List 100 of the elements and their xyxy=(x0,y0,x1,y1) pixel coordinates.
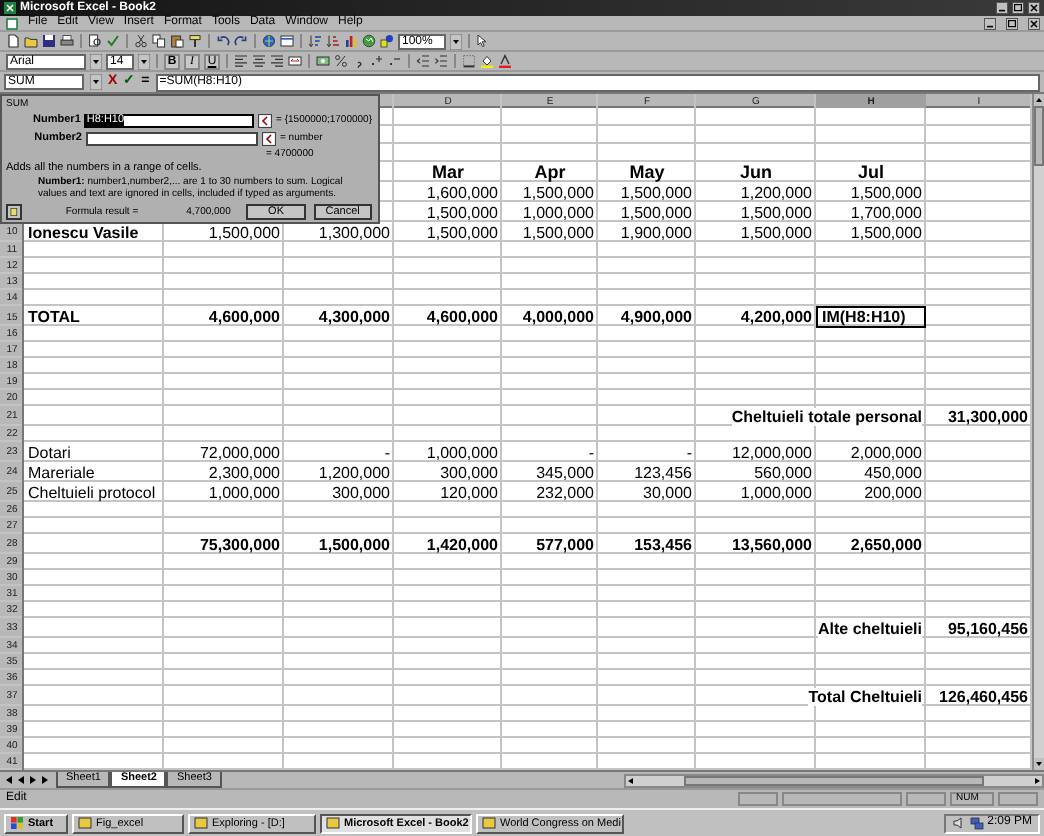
speaker-icon[interactable] xyxy=(951,816,966,830)
table-cell-text: 1,000,000 xyxy=(738,482,814,502)
network-icon[interactable] xyxy=(969,816,984,830)
table-cell-text: 300,000 xyxy=(330,482,392,502)
table-cell-text: 1,500,000 xyxy=(520,182,596,202)
last-sheet-icon[interactable] xyxy=(40,774,50,786)
close-icon[interactable] xyxy=(1028,17,1040,29)
table-cell-text: 4,000,000 xyxy=(520,306,596,328)
borders-icon[interactable] xyxy=(462,54,476,68)
format-painter-icon[interactable] xyxy=(188,34,202,48)
caret-icon[interactable] xyxy=(138,53,150,69)
table-cell-text: 1,700,000 xyxy=(848,202,924,222)
table-cell-text: 1,500,000 xyxy=(738,222,814,242)
table-cell-text: 95,160,456 xyxy=(945,618,1030,638)
table-cell-text: 1,900,000 xyxy=(618,222,694,242)
merge-center-icon[interactable] xyxy=(288,54,302,68)
document-icon[interactable] xyxy=(6,17,18,29)
table-cell-text: 1,500,000 xyxy=(206,222,282,242)
caret-icon[interactable] xyxy=(450,33,462,49)
first-sheet-icon[interactable] xyxy=(4,774,14,786)
align-center-icon[interactable] xyxy=(252,54,266,68)
maximize-icon[interactable] xyxy=(1012,2,1024,14)
table-cell-text: TOTAL xyxy=(26,306,82,328)
increase-decimal-icon[interactable] xyxy=(370,54,384,68)
caret-icon[interactable] xyxy=(90,74,102,90)
collapse-dialog-icon[interactable] xyxy=(262,131,276,145)
open-folder-icon[interactable] xyxy=(24,34,38,48)
scroll-thumb[interactable] xyxy=(1034,106,1044,166)
active-cell[interactable]: IM(H8:H10) xyxy=(816,306,926,328)
table-cell-text: 13,560,000 xyxy=(729,534,814,554)
table-cell-text: 2,000,000 xyxy=(848,442,924,462)
table-cell-text: 1,500,000 xyxy=(848,182,924,202)
fill-color-icon[interactable] xyxy=(480,54,494,68)
scroll-right-icon[interactable] xyxy=(1032,775,1042,785)
undo-icon[interactable] xyxy=(216,34,230,48)
close-icon[interactable] xyxy=(1028,2,1040,14)
table-cell-text: 120,000 xyxy=(438,482,500,502)
column-title: May xyxy=(627,162,667,182)
map-icon[interactable] xyxy=(362,34,376,48)
sort-ascending-icon[interactable] xyxy=(308,34,322,48)
table-cell-text: 1,000,000 xyxy=(424,442,500,462)
next-sheet-icon[interactable] xyxy=(28,774,38,786)
table-cell-text: 1,420,000 xyxy=(424,534,500,554)
table-cell-text: 4,900,000 xyxy=(618,306,694,328)
table-cell-text: 1,200,000 xyxy=(738,182,814,202)
paste-icon[interactable] xyxy=(170,34,184,48)
vertical-scrollbar[interactable] xyxy=(1032,94,1044,770)
sort-descending-icon[interactable] xyxy=(326,34,340,48)
help-pointer-icon[interactable] xyxy=(476,34,490,48)
horizontal-scrollbar[interactable] xyxy=(624,773,1044,787)
new-file-icon[interactable] xyxy=(6,34,20,48)
scroll-up-icon[interactable] xyxy=(1034,94,1044,106)
table-cell-text: 30,000 xyxy=(641,482,694,502)
align-left-icon[interactable] xyxy=(234,54,248,68)
status-panel xyxy=(998,792,1038,806)
print-icon[interactable] xyxy=(60,34,74,48)
table-cell-text: 2,300,000 xyxy=(206,462,282,482)
table-cell-text: 126,460,456 xyxy=(937,686,1030,706)
align-right-icon[interactable] xyxy=(270,54,284,68)
currency-icon[interactable] xyxy=(316,54,330,68)
status-panel xyxy=(906,792,946,806)
collapse-dialog-icon[interactable] xyxy=(258,113,273,127)
argument-field[interactable] xyxy=(86,131,258,145)
caret-icon[interactable] xyxy=(90,53,102,69)
table-cell-text: 4,300,000 xyxy=(316,306,392,328)
web-toolbar-icon[interactable] xyxy=(280,34,294,48)
scroll-left-icon[interactable] xyxy=(626,775,636,785)
minimize-icon[interactable] xyxy=(984,17,996,29)
redo-icon[interactable] xyxy=(234,34,248,48)
column-title: Apr xyxy=(532,162,568,182)
copy-icon[interactable] xyxy=(152,34,166,48)
spreadsheet-app-icon xyxy=(4,2,16,14)
minimize-icon[interactable] xyxy=(996,2,1008,14)
font-color-icon[interactable] xyxy=(498,54,512,68)
table-cell-text: 1,500,000 xyxy=(618,182,694,202)
table-cell-text: - xyxy=(586,442,596,462)
print-preview-icon[interactable] xyxy=(88,34,102,48)
help-icon[interactable] xyxy=(6,204,22,220)
hyperlink-icon[interactable] xyxy=(262,34,276,48)
table-cell-text: 232,000 xyxy=(534,482,596,502)
decrease-indent-icon[interactable] xyxy=(416,54,430,68)
row-label: Alte cheltuieli xyxy=(817,619,922,637)
save-icon[interactable] xyxy=(42,34,56,48)
scroll-thumb[interactable] xyxy=(684,775,984,785)
table-cell-text: 560,000 xyxy=(752,462,814,482)
cut-icon[interactable] xyxy=(134,34,148,48)
table-cell-text: 1,500,000 xyxy=(618,202,694,222)
previous-sheet-icon[interactable] xyxy=(16,774,26,786)
drawing-icon[interactable] xyxy=(380,34,394,48)
table-cell-text: 4,200,000 xyxy=(738,306,814,328)
table-cell-text: 31,300,000 xyxy=(945,406,1030,426)
table-cell-text: 200,000 xyxy=(862,482,924,502)
table-cell-text: 12,000,000 xyxy=(729,442,814,462)
percent-icon[interactable] xyxy=(334,54,348,68)
scroll-down-icon[interactable] xyxy=(1034,758,1044,770)
chart-icon[interactable] xyxy=(344,34,358,48)
program-icon xyxy=(482,816,496,830)
windows-logo-icon xyxy=(10,816,24,830)
column-title: Jun xyxy=(737,162,774,182)
restore-icon[interactable] xyxy=(1006,17,1018,29)
